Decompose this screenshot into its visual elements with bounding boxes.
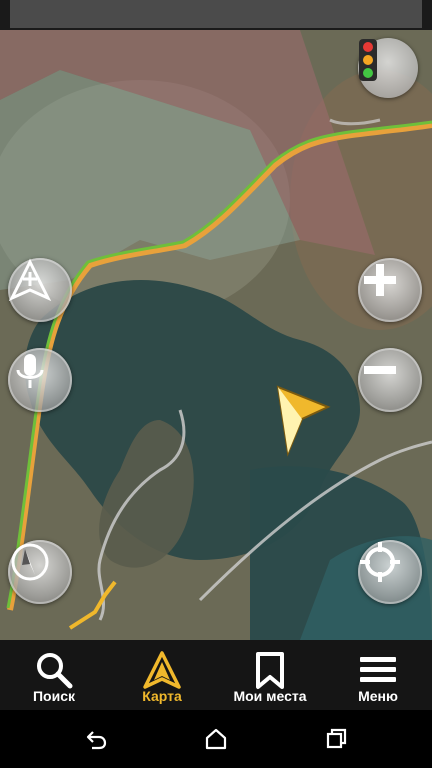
voice-button[interactable] [8,348,72,412]
zoom-in-button[interactable] [358,258,422,322]
system-nav-bar [0,710,432,768]
recents-icon [326,728,347,749]
status-bar-strip [10,0,422,28]
add-point-icon [8,258,52,302]
back-icon [86,731,107,750]
bottom-nav: Поиск Карта Мои места Меню [0,640,432,710]
minus-icon [364,366,396,374]
nav-map[interactable]: Карта [108,640,216,710]
search-icon [34,650,74,690]
traffic-button[interactable] [358,38,418,98]
traffic-light-icon [359,39,377,81]
status-bar [0,0,432,30]
nav-my-places[interactable]: Мои места [216,640,324,710]
home-icon [205,728,227,750]
plus-icon [364,264,396,296]
current-location-arrow-icon [276,385,331,457]
crosshair-icon [360,542,400,582]
home-button[interactable] [201,724,231,754]
back-button[interactable] [81,724,111,754]
nav-search-label: Поиск [32,688,75,704]
nav-search[interactable]: Поиск [0,640,108,710]
compass-button[interactable] [8,540,72,604]
hamburger-icon [358,650,398,690]
locate-button[interactable] [358,540,422,604]
nav-map-label: Карта [142,688,182,704]
map-view[interactable] [0,30,432,640]
nav-my-places-label: Мои места [233,688,307,704]
zoom-out-button[interactable] [358,348,422,412]
map-arrow-icon [142,650,182,690]
nav-menu-label: Меню [358,688,398,704]
recents-button[interactable] [321,724,351,754]
add-point-button[interactable] [8,258,72,322]
microphone-icon [16,354,44,388]
bookmark-icon [250,650,290,690]
compass-icon [11,543,49,581]
nav-menu[interactable]: Меню [324,640,432,710]
